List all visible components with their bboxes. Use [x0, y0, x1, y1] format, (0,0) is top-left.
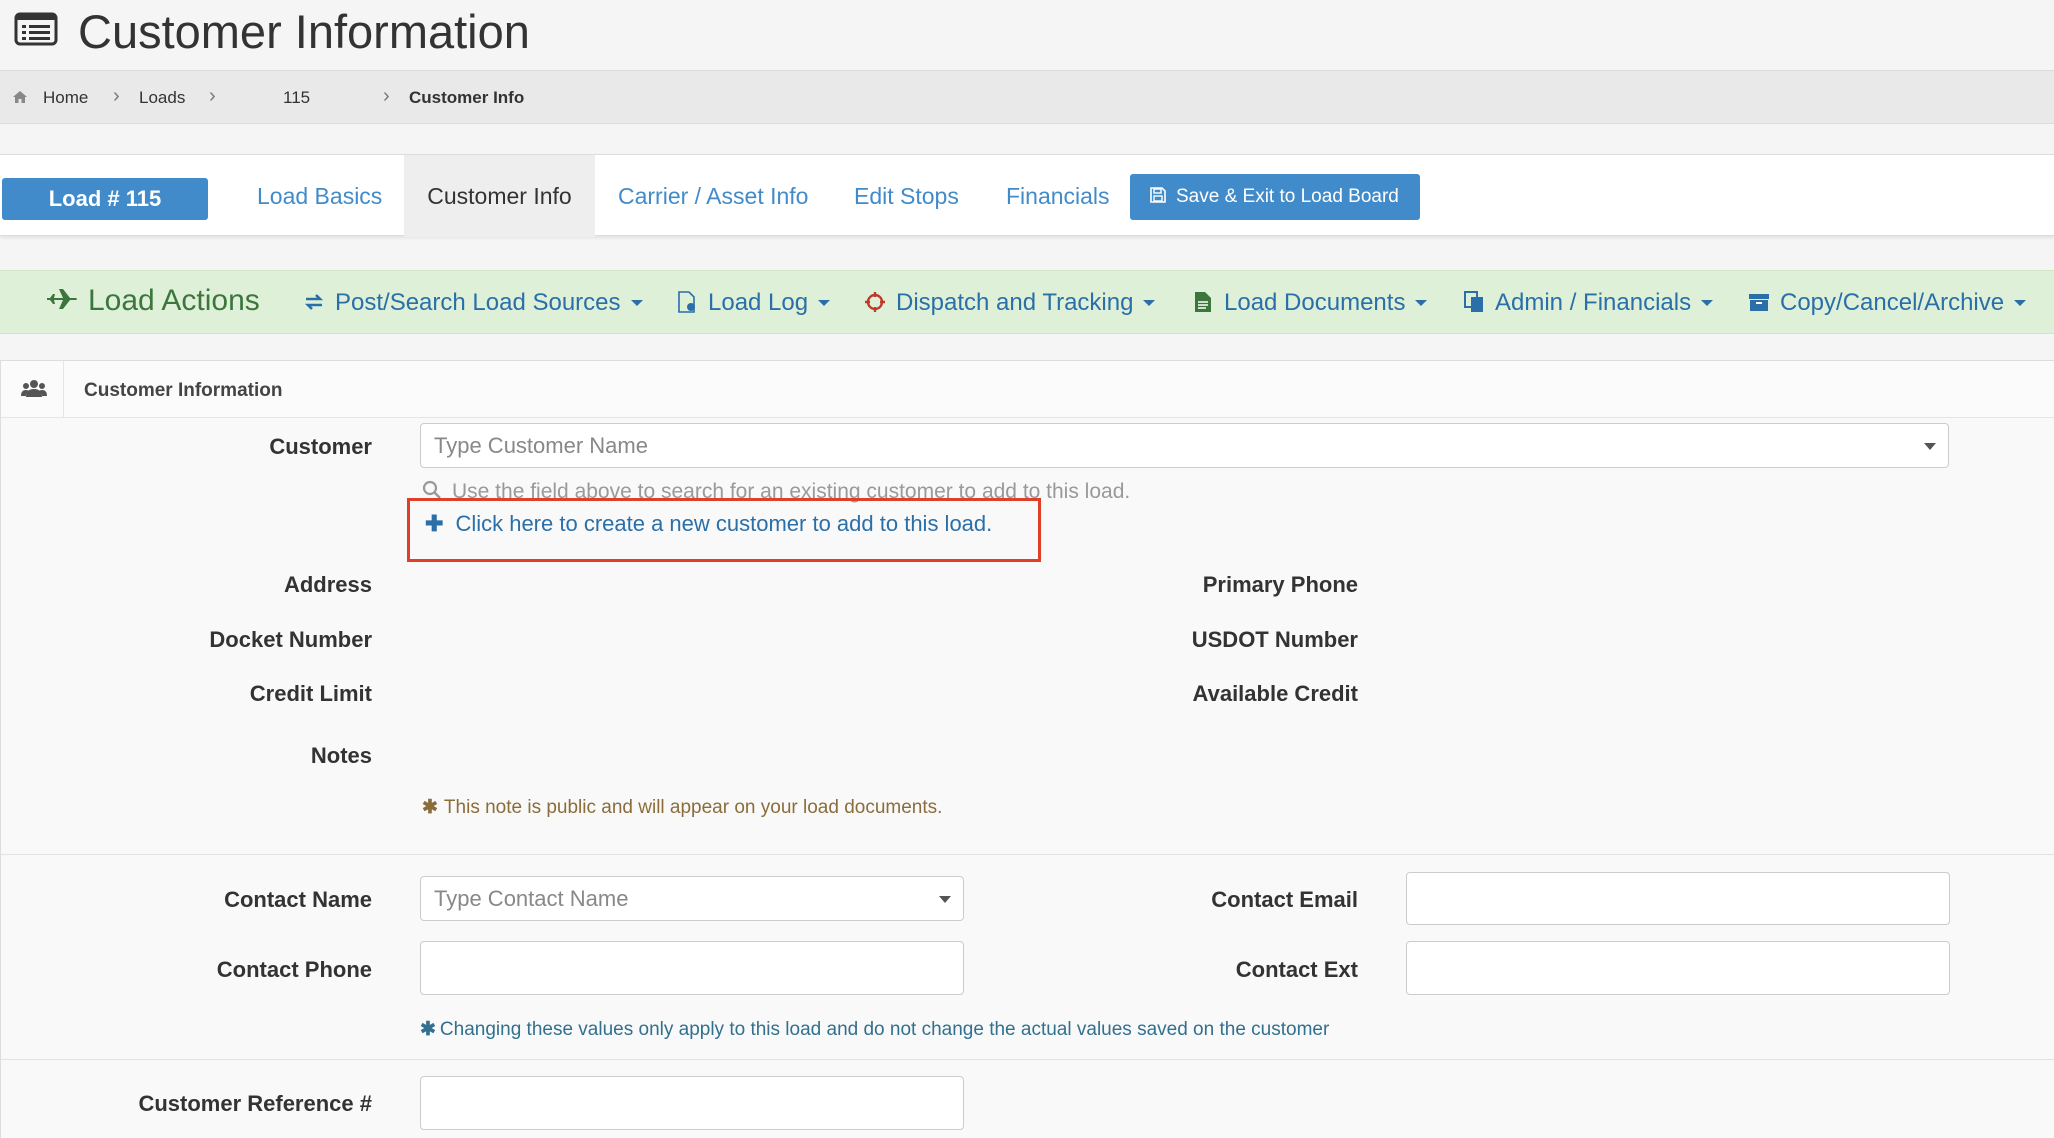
contact-change-hint: ✱ Changing these values only apply to thi… — [420, 1018, 1329, 1041]
contact-email-label: Contact Email — [1211, 887, 1358, 912]
breadcrumb-current: Customer Info — [409, 88, 525, 107]
save-exit-label: Save & Exit to Load Board — [1176, 186, 1399, 207]
load-log-menu[interactable]: Load Log — [676, 283, 831, 323]
asterisk-icon: ✱ — [420, 1019, 436, 1040]
list-alt-icon — [14, 12, 58, 46]
post-search-load-sources-menu[interactable]: Post/Search Load Sources — [303, 283, 643, 323]
caret-down-icon — [818, 299, 831, 306]
customer-placeholder: Type Customer Name — [434, 433, 648, 458]
chevron-right-icon: › — [383, 85, 390, 107]
caret-down-icon — [1924, 442, 1936, 450]
customer-select[interactable]: Type Customer Name — [420, 423, 1949, 468]
plane-icon — [47, 289, 77, 310]
page-title: Customer Information — [78, 5, 530, 58]
caret-down-icon — [1701, 299, 1714, 306]
section-divider — [0, 854, 2054, 855]
copy-icon — [1464, 290, 1483, 312]
chevron-right-icon: › — [113, 85, 120, 107]
caret-down-icon — [1143, 299, 1156, 306]
load-documents-label: Load Documents — [1224, 289, 1406, 316]
contact-ext-field[interactable] — [1406, 941, 1950, 995]
section-divider — [0, 1059, 2054, 1060]
admin-financials-menu[interactable]: Admin / Financials — [1463, 283, 1714, 323]
primary-phone-label: Primary Phone — [1202, 572, 1358, 597]
caret-down-icon — [630, 299, 643, 306]
caret-down-icon — [1415, 299, 1428, 306]
crosshairs-icon — [865, 291, 885, 312]
customer-reference-field[interactable] — [420, 1076, 964, 1130]
load-number-badge[interactable]: Load # 115 — [2, 178, 208, 220]
contact-ext-label: Contact Ext — [1235, 957, 1358, 982]
breadcrumb-loads[interactable]: Loads — [139, 88, 185, 108]
admin-financials-label: Admin / Financials — [1495, 289, 1692, 316]
chevron-right-icon: › — [209, 85, 216, 107]
file-log-icon — [678, 290, 695, 313]
post-search-label: Post/Search Load Sources — [335, 289, 621, 316]
load-actions-label: Load Actions — [88, 284, 260, 317]
panel-heading: Customer Information — [1, 361, 2054, 418]
contact-name-label: Contact Name — [224, 887, 372, 912]
usdot-number-label: USDOT Number — [1191, 627, 1358, 652]
customer-label: Customer — [269, 434, 372, 459]
contact-phone-label: Contact Phone — [216, 957, 372, 982]
copy-cancel-archive-menu[interactable]: Copy/Cancel/Archive — [1748, 283, 2027, 323]
save-icon — [1150, 187, 1166, 204]
tab-carrier-asset-info[interactable]: Carrier / Asset Info — [594, 155, 832, 237]
create-customer-link[interactable]: ✚ Click here to create a new customer to … — [425, 511, 992, 537]
caret-down-icon — [939, 895, 951, 903]
credit-limit-label: Credit Limit — [249, 681, 372, 706]
exchange-icon — [304, 293, 324, 310]
home-icon — [13, 91, 27, 103]
load-actions-bar: Load Actions Post/Search Load Sources Lo… — [0, 270, 2054, 334]
address-label: Address — [283, 572, 372, 597]
tab-load-basics[interactable]: Load Basics — [233, 155, 406, 237]
public-note-hint: ✱ This note is public and will appear on … — [422, 796, 942, 819]
customer-reference-label: Customer Reference # — [138, 1091, 372, 1116]
notes-label: Notes — [310, 743, 372, 768]
load-actions-title: Load Actions — [46, 281, 260, 321]
save-exit-button[interactable]: Save & Exit to Load Board — [1130, 174, 1420, 220]
page-header: Customer Information — [0, 0, 2054, 70]
create-customer-label: Click here to create a new customer to a… — [455, 511, 993, 536]
contact-change-label: Changing these values only apply to this… — [439, 1019, 1330, 1040]
plus-icon: ✚ — [425, 511, 444, 536]
tab-customer-info[interactable]: Customer Info — [404, 155, 595, 237]
docket-number-label: Docket Number — [209, 627, 372, 652]
breadcrumb: Home › Loads › 115 › Customer Info — [0, 70, 2054, 124]
breadcrumb-home[interactable]: Home — [43, 88, 88, 108]
load-log-label: Load Log — [708, 289, 809, 316]
breadcrumb-load-id[interactable]: 115 — [283, 88, 310, 108]
public-note-label: This note is public and will appear on y… — [443, 797, 943, 818]
tab-edit-stops[interactable]: Edit Stops — [830, 155, 983, 237]
contact-name-placeholder: Type Contact Name — [434, 886, 629, 911]
contact-email-field[interactable] — [1406, 872, 1950, 925]
dispatch-tracking-label: Dispatch and Tracking — [896, 289, 1134, 316]
caret-down-icon — [2014, 299, 2027, 306]
contact-name-select[interactable]: Type Contact Name — [420, 876, 964, 921]
copy-cancel-archive-label: Copy/Cancel/Archive — [1780, 289, 2005, 316]
load-tabs: Load # 115 Load Basics Customer Info Car… — [0, 154, 2054, 237]
panel-title: Customer Information — [84, 380, 283, 401]
asterisk-icon: ✱ — [422, 797, 438, 818]
load-documents-menu[interactable]: Load Documents — [1192, 283, 1428, 323]
users-icon — [21, 380, 47, 397]
dispatch-tracking-menu[interactable]: Dispatch and Tracking — [864, 283, 1156, 323]
panel-icon-box — [1, 361, 64, 418]
file-text-icon — [1195, 291, 1211, 312]
contact-phone-field[interactable] — [420, 941, 964, 995]
available-credit-label: Available Credit — [1192, 681, 1358, 706]
archive-icon — [1749, 293, 1769, 311]
tab-financials[interactable]: Financials — [982, 155, 1134, 237]
